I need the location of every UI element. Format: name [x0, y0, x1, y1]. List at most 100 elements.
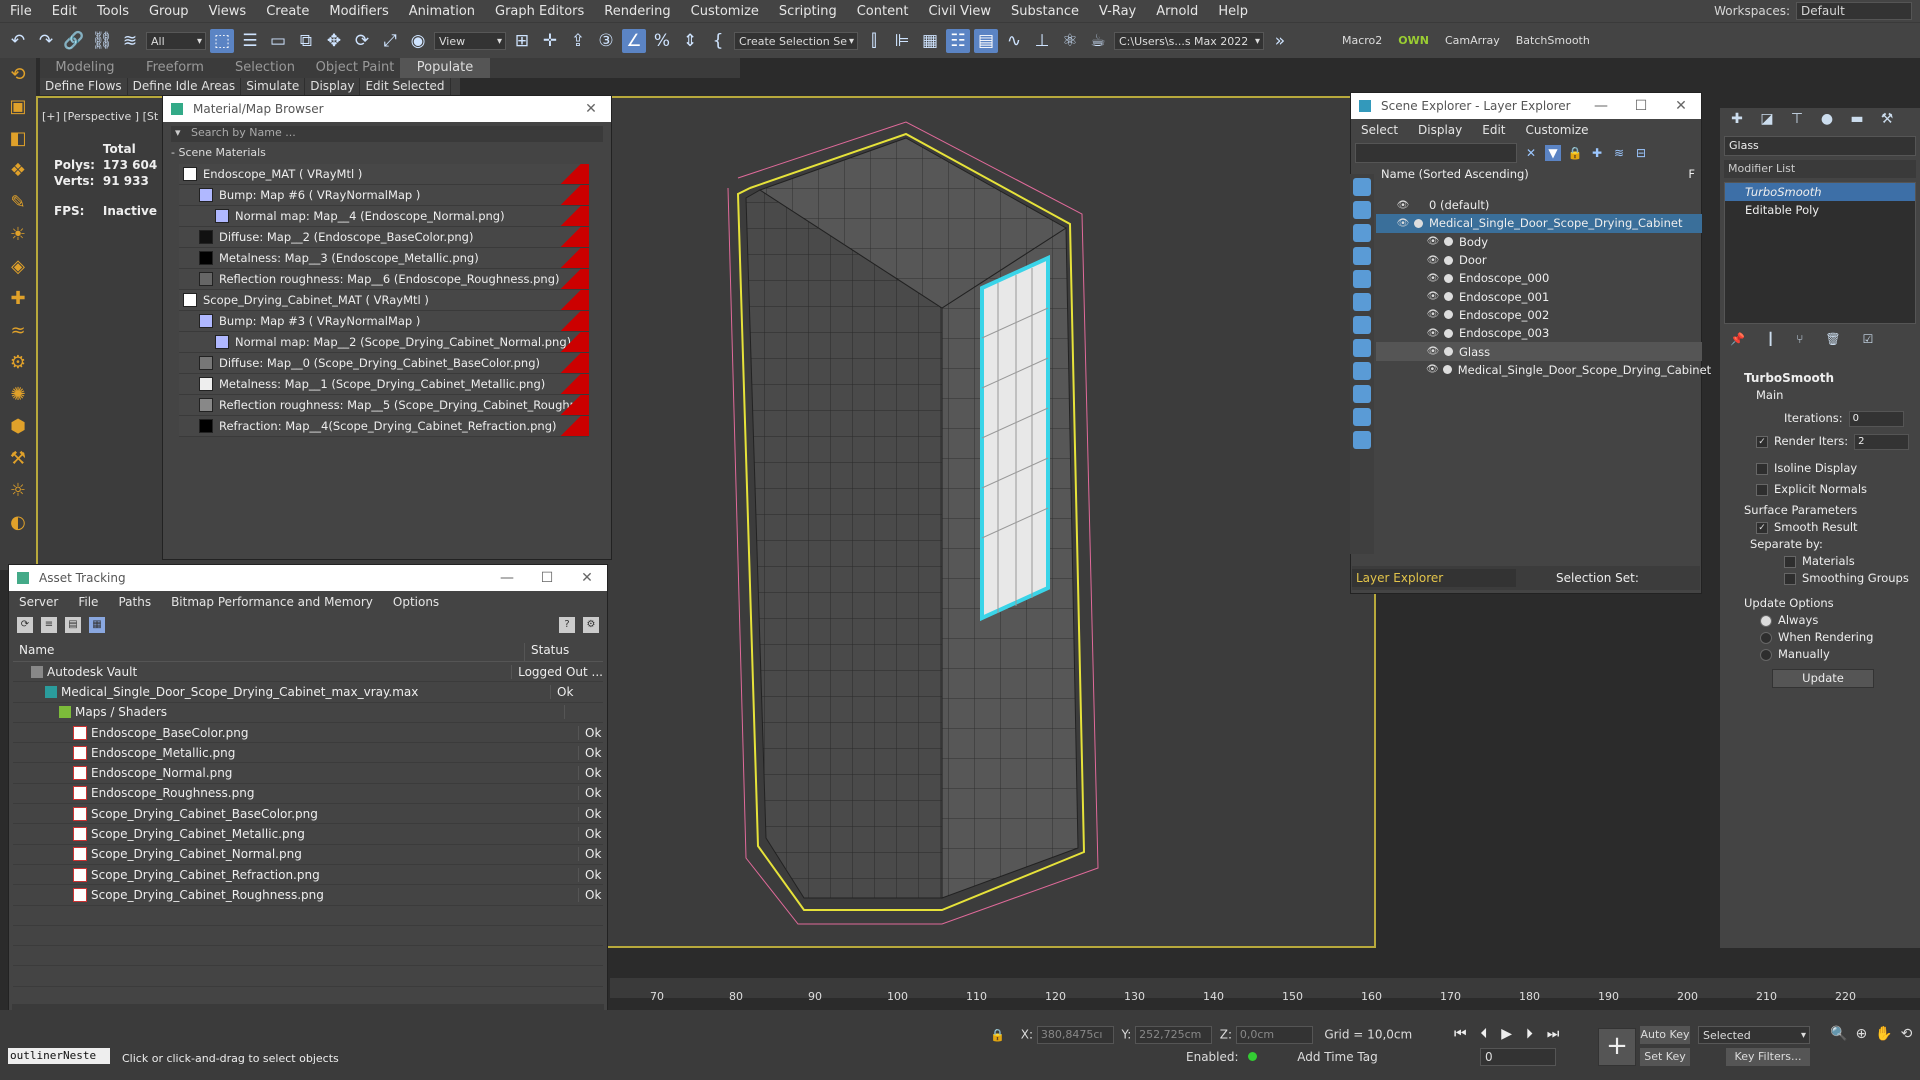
visibility-eye-icon[interactable]: 👁 [1426, 255, 1440, 266]
table-row[interactable]: Scope_Drying_Cabinet_Roughness.png Ok [13, 885, 603, 906]
ribbon-tab-freeform[interactable]: Freeform [130, 58, 220, 78]
minimize-icon[interactable]: — [487, 570, 527, 586]
curve-editor-icon[interactable]: ∿ [1002, 29, 1026, 53]
smooth-result-checkbox[interactable]: ✓ [1756, 521, 1768, 534]
enabled-indicator-icon[interactable] [1248, 1052, 1258, 1061]
spinner-snap-icon[interactable]: ⇕ [678, 29, 702, 53]
modifier-turbosmooth[interactable]: TurboSmooth [1725, 183, 1915, 201]
place-icon[interactable]: ◉ [406, 29, 430, 53]
menu-edit[interactable]: Edit [42, 4, 87, 19]
x-coordinate[interactable]: 380,8475cı [1036, 1026, 1114, 1044]
schematic-view-icon[interactable]: ⊥ [1030, 29, 1054, 53]
maxscript-mini-listener[interactable]: outlinerNeste [8, 1048, 110, 1064]
table-row[interactable]: Scope_Drying_Cabinet_BaseColor.png Ok [13, 804, 603, 825]
minimize-icon[interactable]: — [1581, 98, 1621, 114]
pin-stack-icon[interactable]: 📌 [1730, 332, 1745, 346]
brush-icon[interactable]: ✎ [0, 186, 36, 218]
scene-explorer-titlebar[interactable]: Scene Explorer - Layer Explorer — ☐ ✕ [1351, 93, 1701, 119]
menu-modifiers[interactable]: Modifiers [319, 4, 398, 19]
project-folder-dropdown[interactable]: C:\Users\s...s Max 2022 [1114, 31, 1264, 50]
material-row[interactable]: Metalness: Map__3 (Endoscope_Metallic.pn… [179, 248, 589, 269]
align-icon[interactable]: ⊫ [890, 29, 914, 53]
material-row[interactable]: Reflection roughness: Map__5 (Scope_Dryi… [179, 395, 589, 416]
play-icon[interactable]: ▶ [1501, 1026, 1512, 1042]
scene-search-input[interactable] [1355, 143, 1517, 163]
link-icon[interactable]: 🔗 [62, 29, 86, 53]
ribbon-button-define-idle-areas[interactable]: Define Idle Areas [128, 78, 242, 95]
macro2-button[interactable]: Macro2 [1336, 34, 1388, 47]
frozen-filter-icon[interactable] [1353, 408, 1371, 426]
scene-tree-item[interactable]: 👁 Door [1376, 251, 1702, 269]
help-icon[interactable]: ? [559, 617, 575, 633]
table-row[interactable]: Maps / Shaders [13, 703, 603, 723]
visibility-eye-icon[interactable]: 👁 [1426, 273, 1440, 284]
visibility-eye-icon[interactable]: 👁 [1426, 346, 1440, 357]
next-frame-icon[interactable]: ⏵ [1526, 1026, 1533, 1042]
material-row[interactable]: Normal map: Map__2 (Scope_Drying_Cabinet… [179, 332, 589, 353]
key-filters-button[interactable]: Key Filters... [1726, 1048, 1810, 1066]
scene-menu-display[interactable]: Display [1408, 123, 1472, 137]
table-row[interactable]: Endoscope_Normal.png Ok [13, 763, 603, 784]
render-setup-icon[interactable]: ☕ [1086, 29, 1110, 53]
table-row[interactable]: Endoscope_Roughness.png Ok [13, 784, 603, 805]
angle-snap-icon[interactable]: ∠ [622, 28, 646, 53]
modify-tab-icon[interactable]: ◪ [1758, 111, 1776, 129]
hammer-icon[interactable]: ⚒ [0, 442, 36, 474]
scene-freeze-column[interactable]: F [1688, 167, 1701, 181]
menu-rendering[interactable]: Rendering [594, 4, 680, 19]
visibility-eye-icon[interactable]: 👁 [1426, 309, 1440, 320]
bones-filter-icon[interactable] [1353, 362, 1371, 380]
menu-arnold[interactable]: Arnold [1146, 4, 1208, 19]
visibility-eye-icon[interactable]: 👁 [1396, 200, 1410, 211]
material-editor-icon[interactable]: ⚛ [1058, 29, 1082, 53]
set-key-plus-icon[interactable]: + [1598, 1028, 1636, 1066]
table-row[interactable]: Scope_Drying_Cabinet_Normal.png Ok [13, 845, 603, 865]
explicit-normals-checkbox[interactable] [1756, 483, 1768, 496]
spacewarp-icon[interactable]: ≈ [0, 314, 36, 346]
visibility-eye-icon[interactable]: 👁 [1426, 328, 1440, 339]
render-iters-checkbox[interactable]: ✓ [1756, 435, 1768, 448]
turbosmooth-rollout-title[interactable]: TurboSmooth [1744, 370, 1920, 387]
material-row[interactable]: Bump: Map #6 ( VRayNormalMap ) [179, 185, 589, 206]
layers-stack-icon[interactable]: ≋ [1611, 145, 1627, 161]
hidden-filter-icon[interactable] [1353, 431, 1371, 449]
zoom-icon[interactable]: 🔍 [1830, 1026, 1847, 1042]
close-icon[interactable]: ✕ [567, 570, 607, 586]
more-toolbar-icon[interactable]: » [1268, 29, 1292, 53]
menu-civil-view[interactable]: Civil View [918, 4, 1001, 19]
scene-tree-item[interactable]: 👁 Medical_Single_Door_Scope_Drying_Cabine… [1376, 361, 1711, 379]
thumbnail-view-icon[interactable]: ▤ [65, 617, 81, 633]
hierarchy-tab-icon[interactable]: ⊤ [1788, 111, 1806, 129]
utilities-tab-icon[interactable]: ⚒ [1878, 111, 1896, 129]
spacewarps-filter-icon[interactable] [1353, 293, 1371, 311]
menu-group[interactable]: Group [139, 4, 199, 19]
menu-graph-editors[interactable]: Graph Editors [485, 4, 594, 19]
iterations-spinner[interactable]: 0 [1848, 410, 1904, 427]
remove-modifier-icon[interactable]: 🗑 [1825, 332, 1840, 346]
layers-icon[interactable]: ◧ [0, 122, 36, 154]
geometry-filter-icon[interactable] [1353, 178, 1371, 196]
ribbon-tab-modeling[interactable]: Modeling [40, 58, 130, 78]
scene-materials-group[interactable]: - Scene Materials [171, 146, 603, 164]
scene-menu-select[interactable]: Select [1351, 123, 1408, 137]
orbit-icon[interactable]: ⟲ [0, 58, 36, 90]
material-row[interactable]: Diffuse: Map__2 (Endoscope_BaseColor.png… [179, 227, 589, 248]
scale-icon[interactable]: ⤢ [378, 29, 402, 53]
display-tab-icon[interactable]: ▬ [1848, 111, 1866, 129]
maximize-icon[interactable]: ☐ [1621, 98, 1661, 114]
camarray-button[interactable]: CamArray [1439, 34, 1506, 47]
filter-icon[interactable]: ▼ [1545, 145, 1561, 161]
material-row[interactable]: Diffuse: Map__0 (Scope_Drying_Cabinet_Ba… [179, 353, 589, 374]
create-tab-icon[interactable]: ✚ [1728, 111, 1746, 129]
scene-tree-item[interactable]: 👁 Endoscope_003 [1376, 324, 1702, 342]
rect-selection-icon[interactable]: ▭ [266, 29, 290, 53]
pan-icon[interactable]: ✋ [1875, 1026, 1892, 1042]
ribbon-tab-selection[interactable]: Selection [220, 58, 310, 78]
camera-icon[interactable]: ◈ [0, 250, 36, 282]
menu-v-ray[interactable]: V-Ray [1089, 4, 1146, 19]
auto-key-button[interactable]: Auto Key [1640, 1026, 1690, 1044]
hierarchy-icon[interactable]: ⊟ [1633, 145, 1649, 161]
system-icon[interactable]: ⚙ [0, 346, 36, 378]
scene-tree-item[interactable]: 👁 Glass [1376, 342, 1702, 361]
select-object-icon[interactable]: ⬚ [210, 28, 234, 53]
